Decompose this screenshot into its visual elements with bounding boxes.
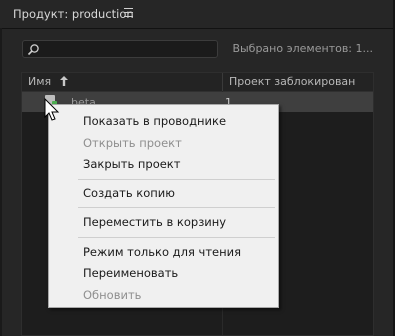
column-header-name[interactable]: Имя [28, 75, 51, 88]
mouse-cursor-icon [44, 98, 60, 121]
menu-item-close-project[interactable]: Закрыть проект [83, 157, 180, 171]
header-divider [0, 28, 395, 29]
menu-item-show-in-explorer[interactable]: Показать в проводнике [83, 114, 226, 128]
menu-item-create-copy[interactable]: Создать копию [83, 186, 175, 200]
menu-item-refresh: Обновить [83, 288, 142, 302]
menu-item-move-to-trash[interactable]: Переместить в корзину [83, 215, 226, 229]
menu-item-open-project: Открыть проект [83, 136, 182, 150]
panel-header: Продукт: production [0, 0, 395, 28]
column-header-locked[interactable]: Проект заблокирован [229, 75, 355, 88]
sort-arrow-icon[interactable] [60, 76, 68, 86]
selection-count: Выбрано элементов: 1... [232, 42, 373, 55]
menu-separator [78, 207, 275, 208]
panel-title: Продукт: production [13, 7, 134, 21]
search-input[interactable] [22, 40, 218, 58]
table-header: Имя Проект заблокирован [22, 73, 373, 92]
column-divider[interactable] [222, 73, 223, 91]
panel-menu-icon[interactable] [124, 8, 133, 17]
menu-item-read-only-mode[interactable]: Режим только для чтения [83, 245, 241, 259]
context-menu: Показать в проводнике Открыть проект Зак… [48, 104, 279, 308]
search-icon [27, 44, 39, 56]
menu-separator [78, 237, 275, 238]
panel-border-left [0, 28, 2, 336]
menu-item-rename[interactable]: Переименовать [83, 266, 178, 280]
menu-separator [78, 179, 275, 180]
